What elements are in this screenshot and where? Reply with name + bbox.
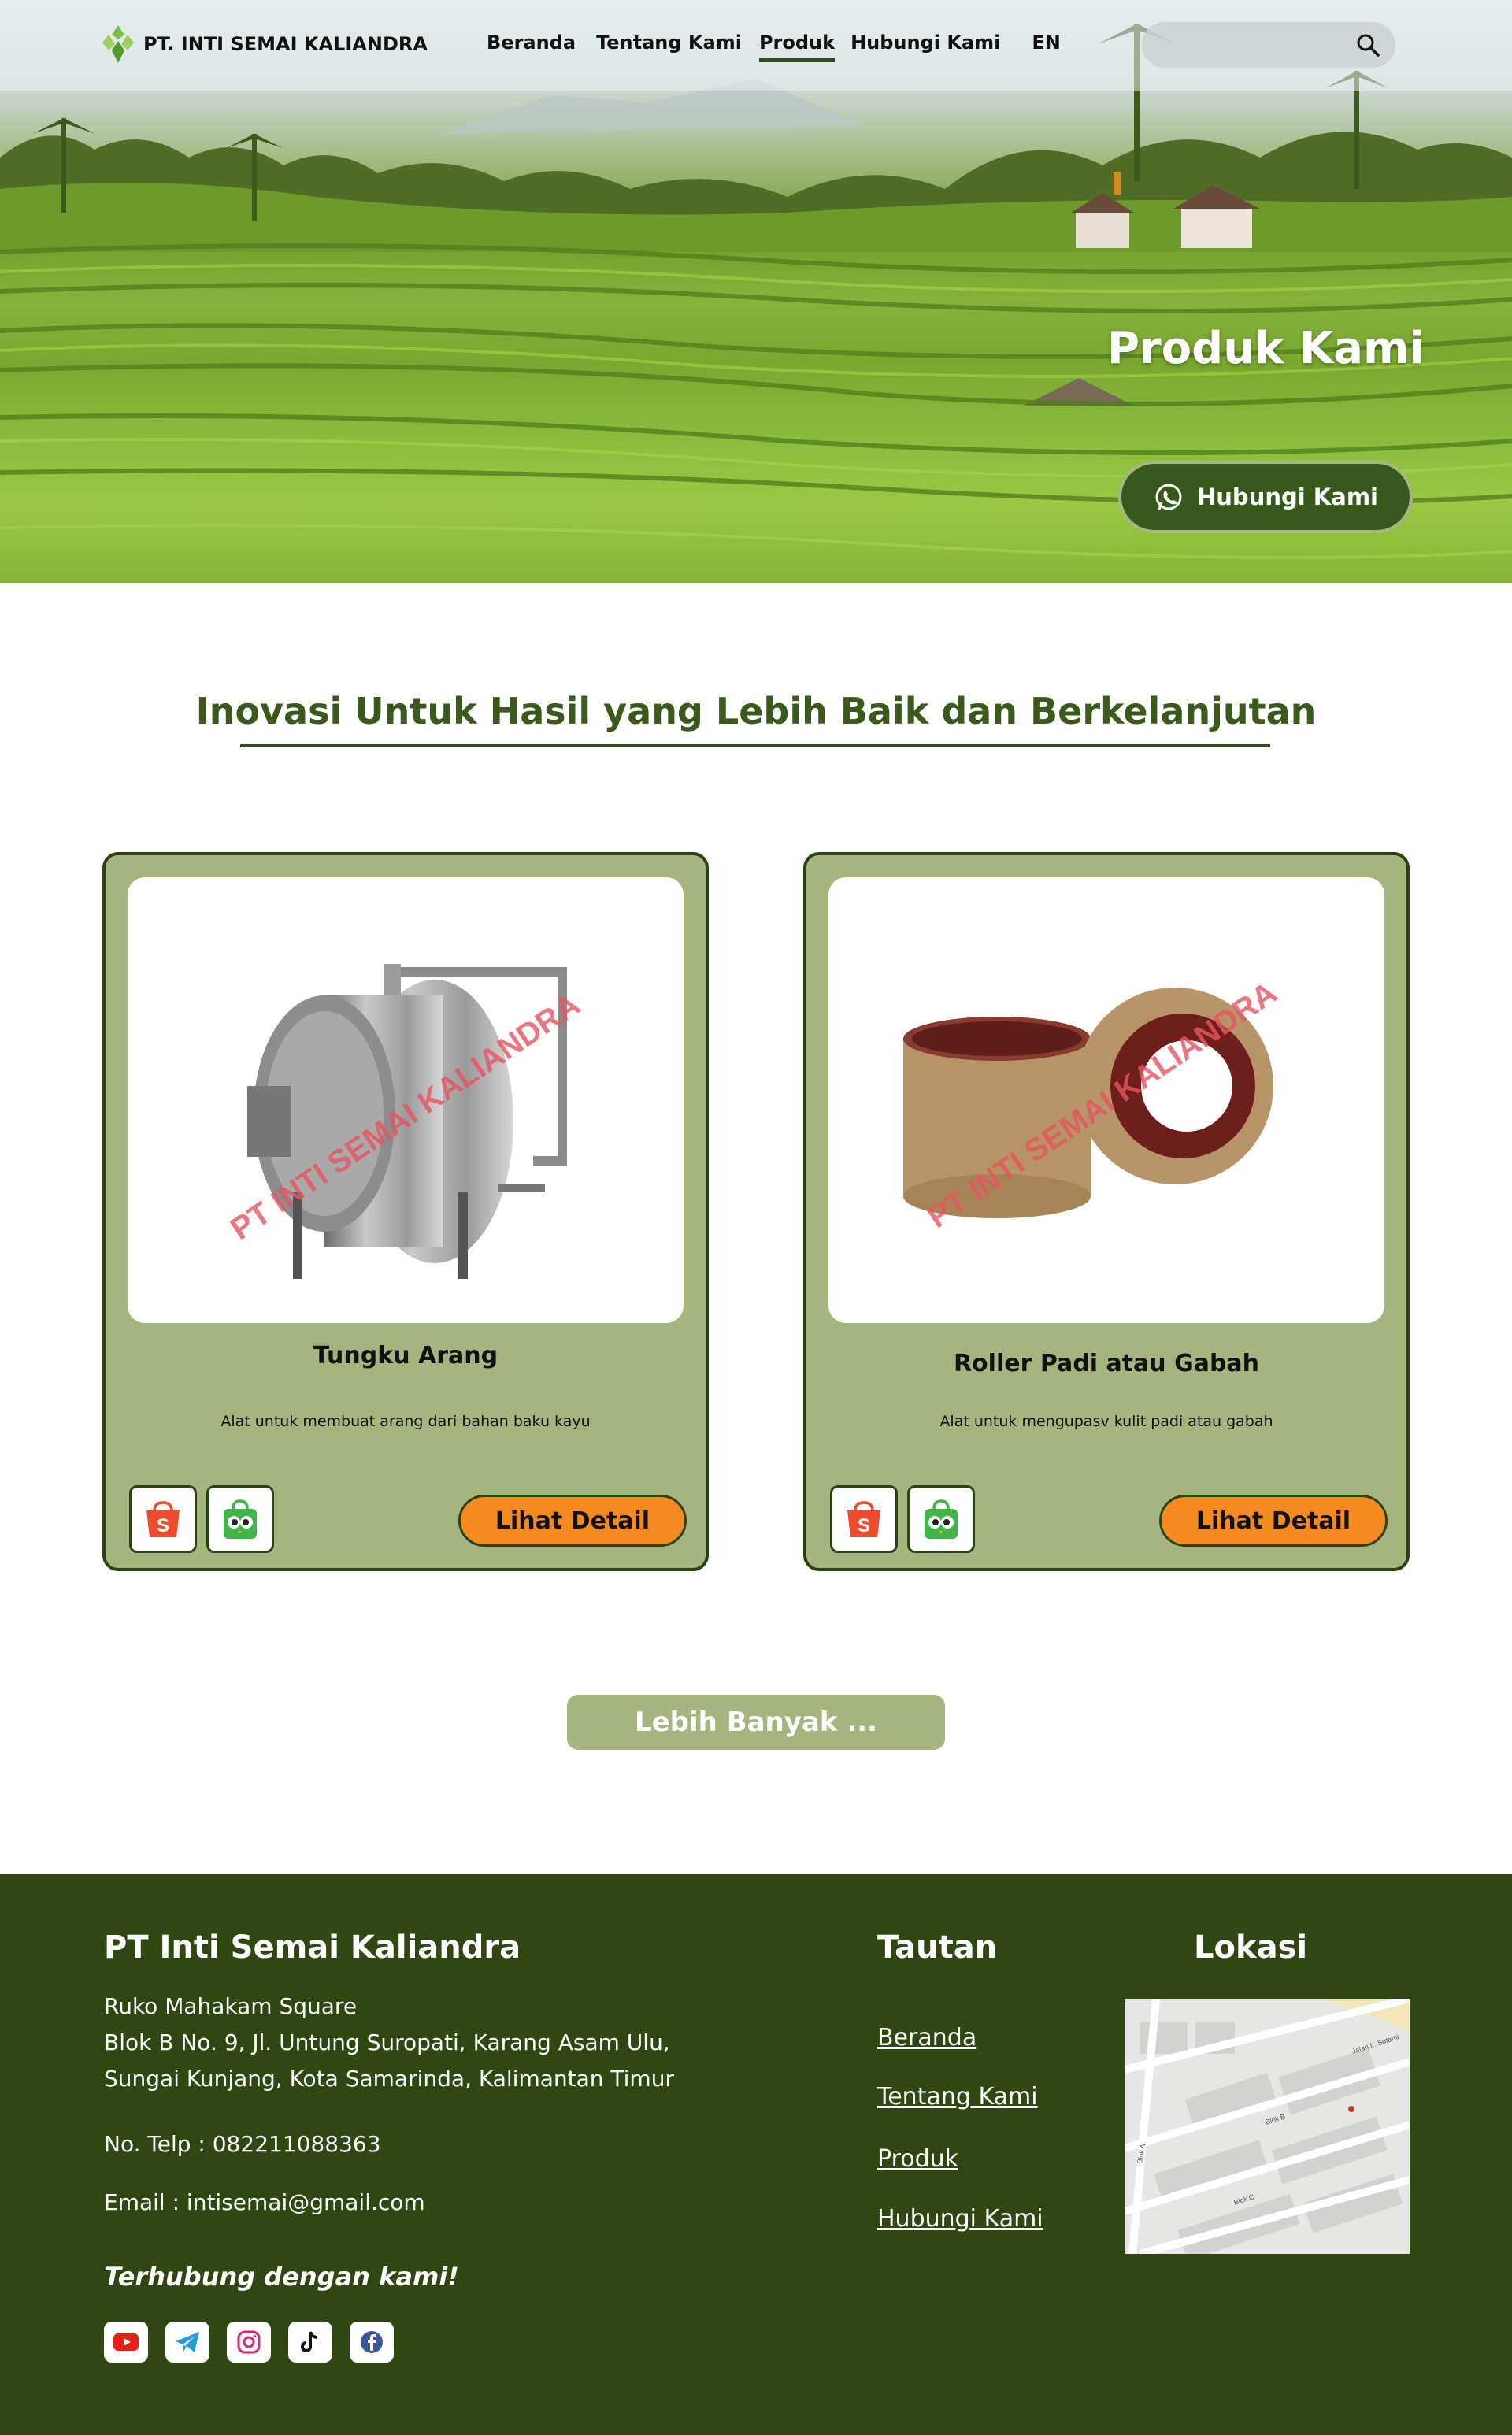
footer-link-tentang-kami[interactable]: Tentang Kami (877, 2083, 1038, 2111)
rice-roller-image: PT INTI SEMAI KALIANDRA (903, 975, 1283, 1235)
product-name: Tungku Arang (313, 1342, 498, 1369)
product-image[interactable]: PT INTI SEMAI KALIANDRA (828, 877, 1384, 1323)
footer-connect-heading: Terhubung dengan kami! (104, 2262, 459, 2292)
address-line: Ruko Mahakam Square (104, 1993, 358, 2019)
footer-link-hubungi-kami[interactable]: Hubungi Kami (877, 2205, 1043, 2233)
title-underline (240, 744, 1270, 747)
facebook-icon (361, 2331, 383, 2353)
main-nav: Beranda Tentang Kami Produk Hubungi Kami… (487, 32, 1061, 62)
whatsapp-icon (1155, 484, 1182, 510)
youtube-link[interactable] (104, 2322, 148, 2363)
tokopedia-icon (224, 1499, 257, 1539)
footer-phone: No. Telp : 082211088363 (104, 2131, 381, 2157)
shopee-icon: S (146, 1501, 180, 1537)
footer-link-beranda[interactable]: Beranda (877, 2024, 976, 2051)
logo[interactable]: PT. INTI SEMAI KALIANDRA (101, 24, 428, 65)
nav-tentang-kami[interactable]: Tentang Kami (596, 32, 742, 62)
facebook-link[interactable] (350, 2322, 394, 2363)
section-title: Inovasi Untuk Hasil yang Lebih Baik dan … (195, 690, 1317, 732)
search-bar[interactable] (1142, 22, 1395, 68)
telegram-icon (176, 2332, 199, 2352)
search-input[interactable] (1161, 32, 1334, 58)
contact-us-button[interactable]: Hubungi Kami (1118, 461, 1413, 533)
footer-links-title: Tautan (877, 1929, 998, 1966)
charcoal-furnace-image: PT INTI SEMAI KALIANDRA (224, 964, 586, 1279)
telegram-link[interactable] (165, 2322, 209, 2363)
hero-banner: PT. INTI SEMAI KALIANDRA Beranda Tentang… (0, 0, 1512, 583)
product-description: Alat untuk mengupasv kulit padi atau gab… (939, 1413, 1273, 1430)
address-line: Blok B No. 9, Jl. Untung Suropati, Karan… (104, 2029, 670, 2055)
tokopedia-icon (925, 1499, 958, 1539)
address-line: Sungai Kunjang, Kota Samarinda, Kalimant… (104, 2066, 674, 2092)
map-image: Jalan Ir. Sutami Blok B Blok C Blok A (1125, 1999, 1410, 2254)
footer-email: Email : intisemai@gmail.com (104, 2189, 425, 2215)
map-pin-icon (1348, 2106, 1354, 2112)
navbar: PT. INTI SEMAI KALIANDRA Beranda Tentang… (0, 0, 1512, 91)
shopee-icon: S (847, 1501, 880, 1537)
footer-link-produk[interactable]: Produk (877, 2145, 958, 2173)
brand-name: PT. INTI SEMAI KALIANDRA (143, 33, 428, 55)
instagram-link[interactable] (227, 2322, 271, 2363)
tiktok-link[interactable] (288, 2322, 332, 2363)
nav-beranda[interactable]: Beranda (487, 32, 576, 62)
language-toggle[interactable]: EN (1032, 32, 1060, 62)
detail-button[interactable]: Lihat Detail (458, 1495, 687, 1547)
product-card: PT INTI SEMAI KALIANDRA Roller Padi atau… (803, 852, 1410, 1571)
hero-title: Produk Kami (1107, 323, 1425, 374)
leaf-logo-icon (102, 25, 134, 63)
shopee-button[interactable]: S (830, 1485, 898, 1553)
tokopedia-button[interactable] (907, 1485, 975, 1553)
location-map[interactable]: Jalan Ir. Sutami Blok B Blok C Blok A (1125, 1999, 1410, 2254)
product-image[interactable]: PT INTI SEMAI KALIANDRA (128, 877, 684, 1323)
footer: PT Inti Semai Kaliandra Ruko Mahakam Squ… (0, 1874, 1512, 2435)
instagram-icon (237, 2330, 261, 2354)
nav-produk[interactable]: Produk (758, 32, 836, 62)
detail-button[interactable]: Lihat Detail (1159, 1495, 1388, 1547)
nav-hubungi-kami[interactable]: Hubungi Kami (850, 32, 1000, 62)
footer-address: Ruko Mahakam Square Blok B No. 9, Jl. Un… (104, 1988, 674, 2097)
svg-text:S: S (157, 1515, 169, 1536)
tiktok-icon (301, 2331, 318, 2352)
svg-text:S: S (858, 1515, 870, 1536)
shopee-button[interactable]: S (129, 1485, 197, 1553)
tokopedia-button[interactable] (206, 1485, 274, 1553)
load-more-button[interactable]: Lebih Banyak ... (567, 1695, 945, 1750)
product-card: PT INTI SEMAI KALIANDRA Tungku Arang Ala… (102, 852, 709, 1571)
product-description: Alat untuk membuat arang dari bahan baku… (220, 1413, 591, 1430)
search-icon[interactable] (1356, 33, 1380, 60)
product-name: Roller Padi atau Gabah (953, 1350, 1260, 1377)
footer-location-title: Lokasi (1194, 1929, 1308, 1966)
contact-us-label: Hubungi Kami (1197, 484, 1378, 510)
social-links (104, 2322, 394, 2363)
youtube-icon (113, 2333, 139, 2351)
footer-company-name: PT Inti Semai Kaliandra (104, 1929, 521, 1966)
